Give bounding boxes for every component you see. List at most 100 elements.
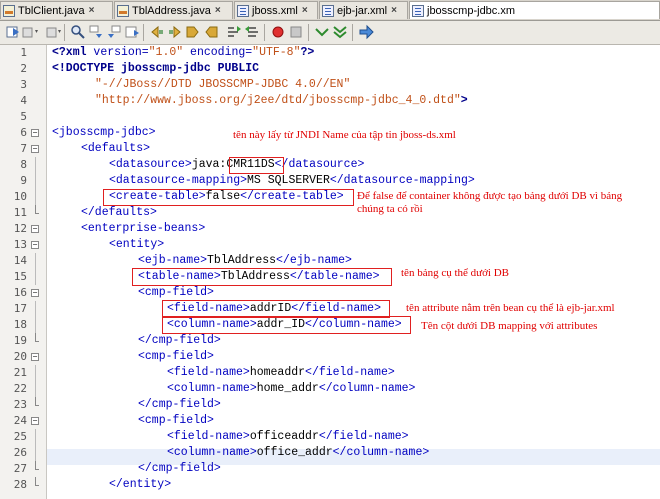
fold-guide [35,189,36,205]
line-number: 12 [13,222,27,235]
close-icon[interactable]: × [215,5,221,16]
record-icon[interactable] [124,24,140,40]
table-name-highlight-box [132,268,392,286]
fold-guide [35,365,36,381]
fold-collapse-icon[interactable]: − [31,145,39,153]
record-macro-icon[interactable] [270,24,286,40]
line-number: 3 [20,78,27,91]
xml-file-icon [412,4,424,17]
line-number: 11 [13,206,27,219]
line-number: 1 [20,46,27,59]
close-icon[interactable]: × [302,5,308,16]
column-name-annotation: Tên cột dưới DB mapping với attributes [421,320,598,332]
indent-icon[interactable] [226,24,242,40]
fold-end-marker [35,333,39,342]
tab-ejb-jar-xml[interactable]: ejb-jar.xml × [319,1,408,19]
toolbar-separator [64,24,65,41]
line-number: 18 [13,318,27,331]
fold-end-marker [35,477,39,486]
attribute-name: version= [86,46,149,59]
xml-tag: <datasource> [109,158,192,171]
line-number: 26 [13,446,27,459]
fold-guide [35,269,36,285]
xml-tag: </field-name> [318,430,409,443]
fold-collapse-icon[interactable]: − [31,241,39,249]
line-number: 14 [13,254,27,267]
fold-collapse-icon[interactable]: − [31,353,39,361]
attribute-name: encoding= [183,46,253,59]
toggle-highlight-icon[interactable] [106,24,122,40]
find-previous-icon[interactable] [46,24,62,40]
tab-label: TblClient.java [18,4,85,17]
xml-tag: </field-name> [305,366,395,379]
tab-tbladdress-java[interactable]: TblAddress.java × [114,1,233,19]
xml-text: TblAddress [207,254,277,267]
line-number: 28 [13,478,27,491]
code-line-25: <field-name>officeaddr</field-name> [167,429,409,445]
line-number: 8 [20,158,27,171]
code-line-16: <cmp-field> [138,286,214,299]
code-line-1: <?xml version="1.0" encoding="UTF-8"?> [52,45,314,61]
line-number: 4 [20,94,27,107]
xml-tag: <datasource-mapping> [109,174,248,187]
back-icon[interactable] [5,24,21,40]
fold-end-marker [35,397,39,406]
xml-tag: <field-name> [167,430,250,443]
code-line-4: "http://www.jboss.org/j2ee/dtd/jbosscmp-… [95,93,468,109]
xml-text: MS SQLSERVER [247,174,330,187]
code-line-22: <column-name>home_addr</column-name> [167,381,415,397]
attribute-value: "UTF-8" [252,46,301,59]
xml-tag: </datasource> [274,158,365,171]
toolbar-separator [352,24,353,41]
code-line-7: <defaults> [81,142,151,155]
xml-tag: </datasource-mapping> [329,174,475,187]
code-line-9: <datasource-mapping>MS SQLSERVER</dataso… [109,173,475,189]
fold-guide [35,253,36,269]
xml-tag: <column-name> [167,382,257,395]
java-file-icon [3,4,15,17]
create-table-highlight-box [103,189,354,206]
validate-xml-icon[interactable] [332,24,348,40]
tab-jboss-xml[interactable]: jboss.xml × [234,1,318,19]
editor-toolbar [0,21,660,45]
shift-left-icon[interactable] [149,24,165,40]
check-xml-icon[interactable] [314,24,330,40]
fold-collapse-icon[interactable]: − [31,129,39,137]
xml-tag: </column-name> [318,382,416,395]
code-line-20: <cmp-field> [138,350,214,363]
code-line-21: <field-name>homeaddr</field-name> [167,365,395,381]
tab-jbosscmp-jdbc-xml[interactable]: jbosscmp-jdbc.xm [409,1,660,19]
forward-icon[interactable] [22,24,38,40]
fold-collapse-icon[interactable]: − [31,225,39,233]
run-icon[interactable] [358,24,374,40]
line-number: 17 [13,302,27,315]
xml-tag: <column-name> [167,446,257,459]
datasource-highlight-box [229,157,284,174]
tab-tblclient-java[interactable]: TblClient.java × [0,1,113,19]
close-icon[interactable]: × [89,5,95,16]
doctype-end: > [460,94,468,107]
find-icon[interactable] [70,24,86,40]
line-number: 5 [20,110,27,123]
comment-icon[interactable] [185,24,201,40]
code-line-13: <entity> [109,238,165,251]
close-icon[interactable]: × [391,5,397,16]
stop-macro-icon[interactable] [288,24,304,40]
fold-collapse-icon[interactable]: − [31,289,39,297]
line-number: 7 [20,142,27,155]
line-number: 16 [13,286,27,299]
line-number: 9 [20,174,27,187]
xml-text: java: [191,158,227,171]
line-number: 27 [13,462,27,475]
outdent-icon[interactable] [244,24,260,40]
fold-collapse-icon[interactable]: − [31,417,39,425]
shift-right-icon[interactable] [167,24,183,40]
xml-file-icon [237,4,249,17]
java-file-icon [117,4,129,17]
uncomment-icon[interactable] [203,24,219,40]
line-number: 19 [13,334,27,347]
create-table-annotation-line-1: Để false để container không được tạo bản… [357,190,623,202]
code-line-23: </cmp-field> [138,398,221,411]
find-next-icon[interactable] [88,24,104,40]
xml-file-icon [322,4,334,17]
